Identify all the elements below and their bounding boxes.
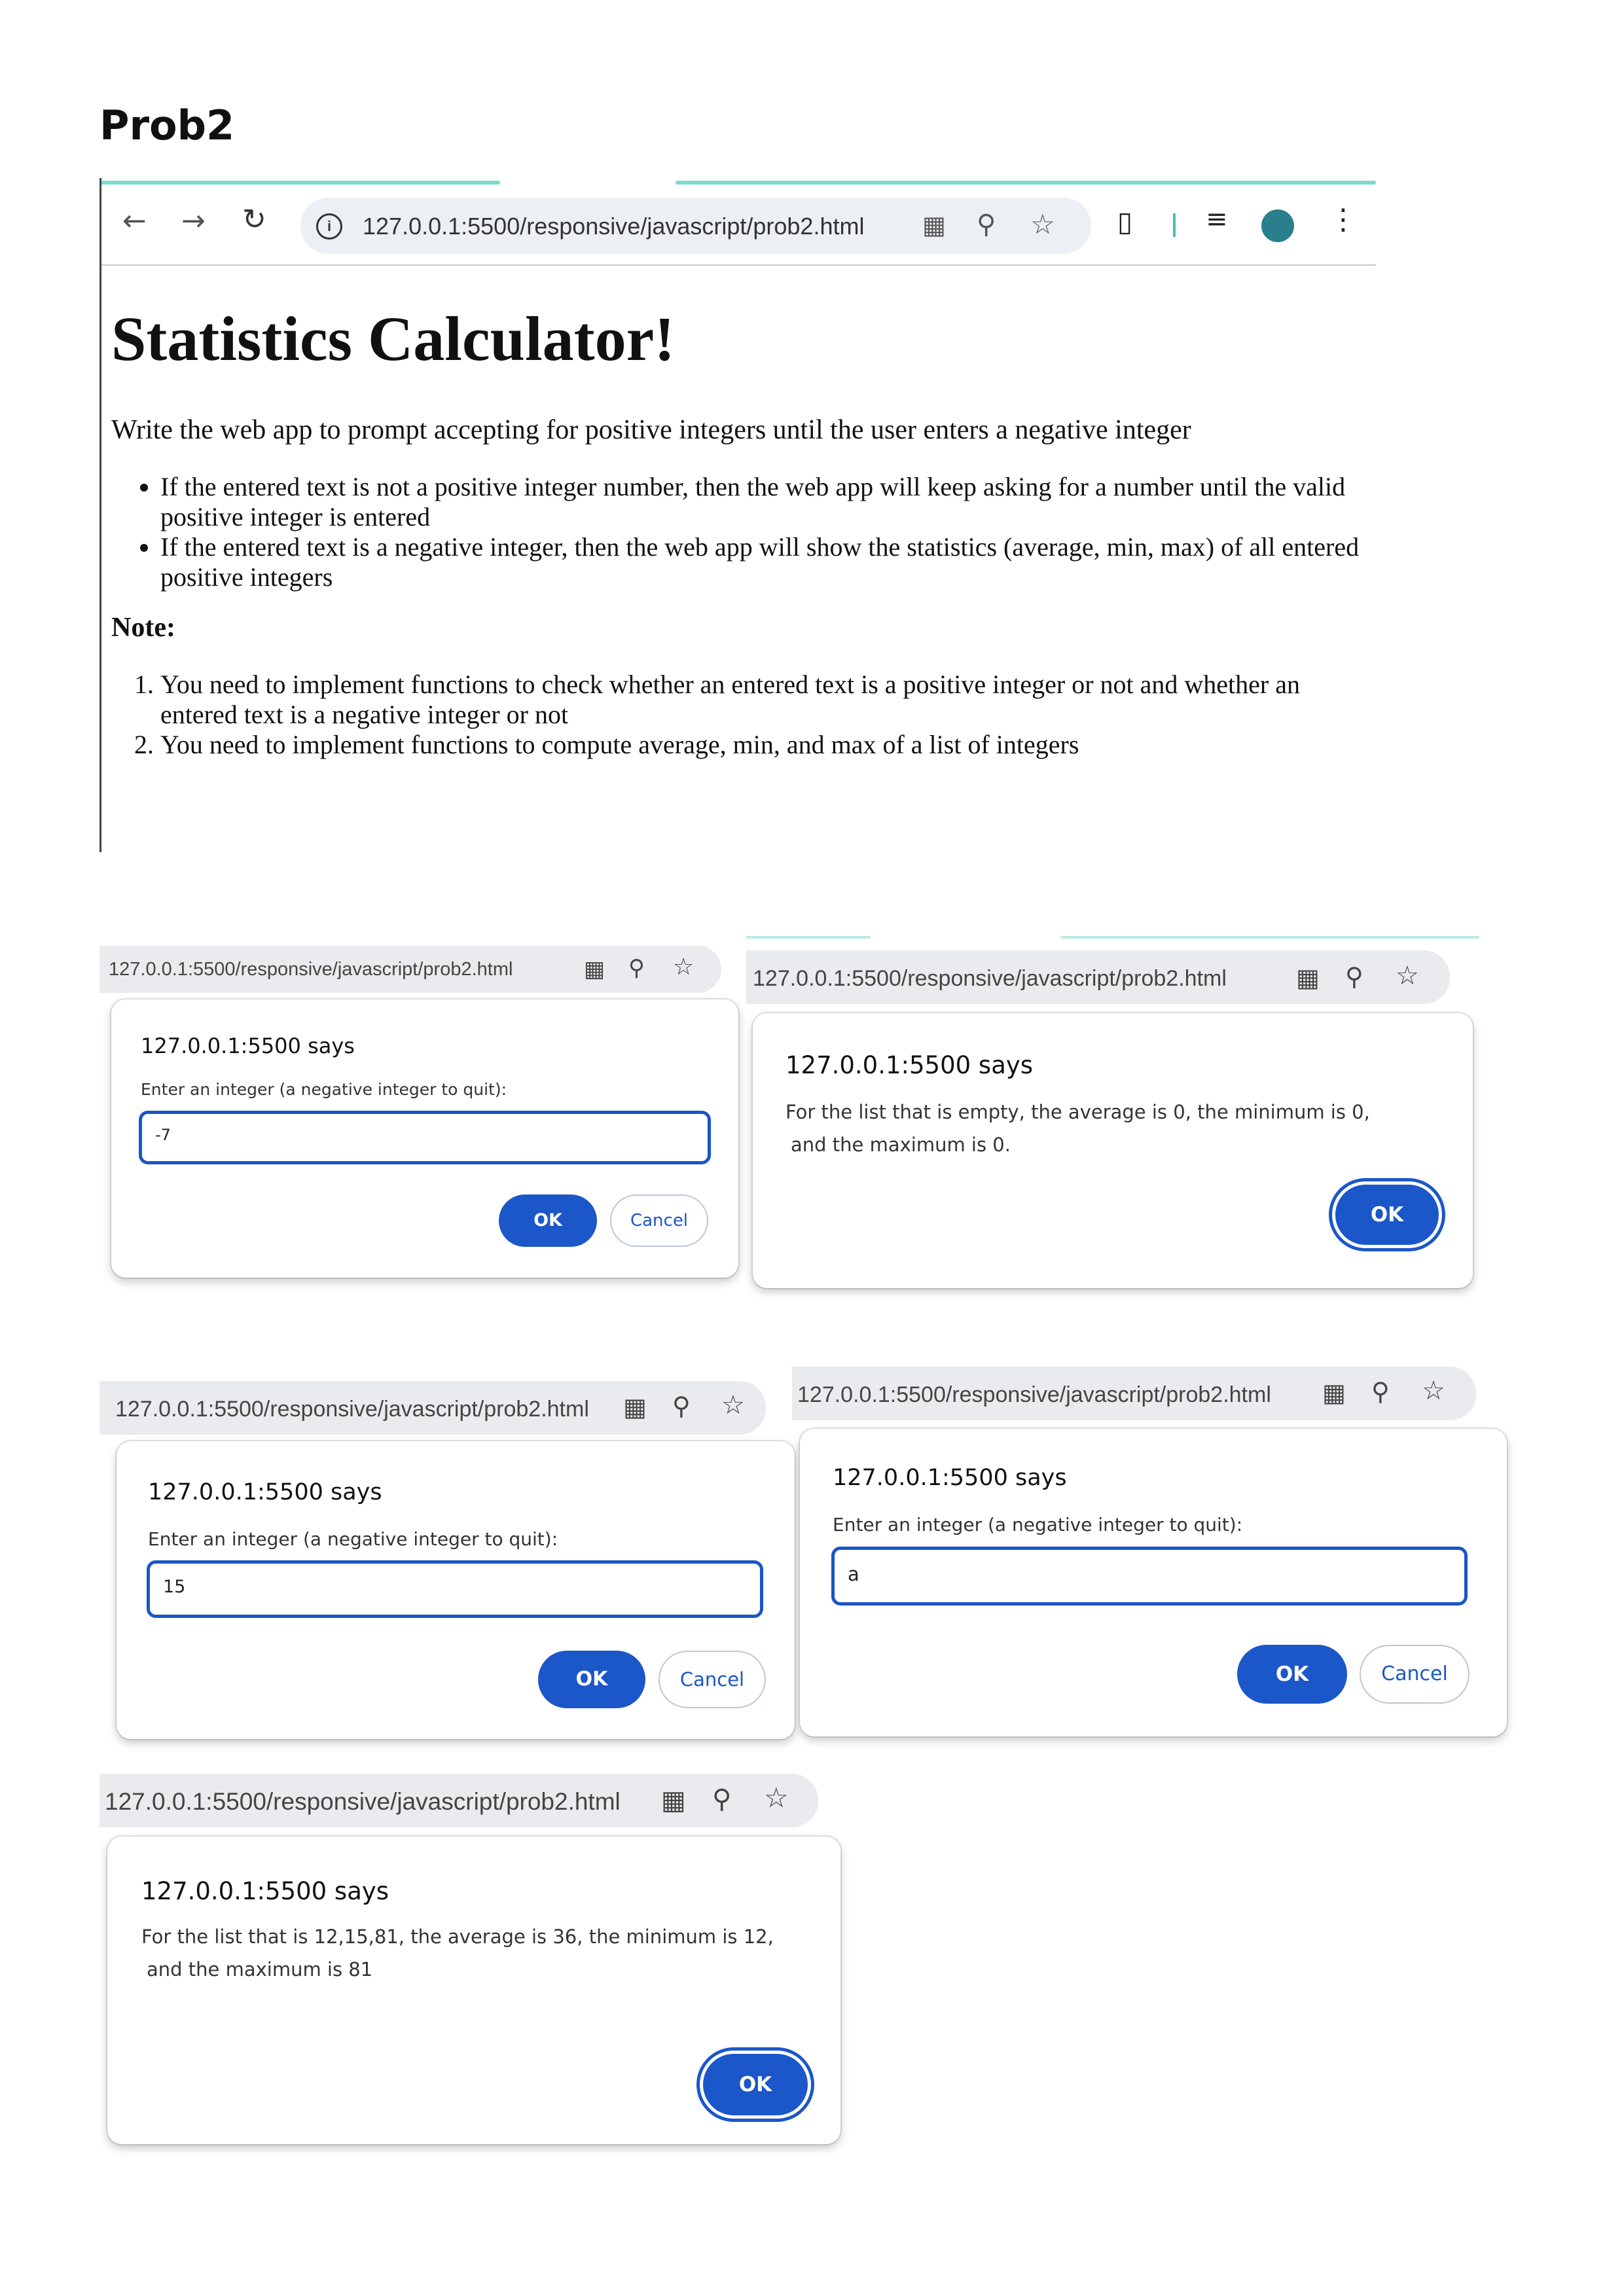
address-bar-url[interactable]: 127.0.0.1:5500/responsive/javascript/pro… bbox=[363, 213, 864, 240]
bookmark-star-icon[interactable]: ☆ bbox=[1030, 208, 1055, 240]
alert-dialog-screenshot: 127.0.0.1:5500/responsive/javascript/pro… bbox=[99, 1774, 852, 2153]
bookmark-star-icon[interactable]: ☆ bbox=[673, 954, 694, 980]
prompt-dialog: 127.0.0.1:5500 says Enter an integer (a … bbox=[800, 1429, 1507, 1736]
prompt-dialog: 127.0.0.1:5500 says Enter an integer (a … bbox=[117, 1441, 795, 1739]
address-bar-url[interactable]: 127.0.0.1:5500/responsive/javascript/pro… bbox=[797, 1382, 1271, 1408]
zoom-icon[interactable]: ⚲ bbox=[1345, 962, 1363, 991]
notes-list: You need to implement functions to check… bbox=[111, 670, 1368, 760]
page-content: Statistics Calculator! Write the web app… bbox=[111, 302, 1368, 760]
bookmark-star-icon[interactable]: ☆ bbox=[764, 1782, 789, 1814]
zoom-icon[interactable]: ⚲ bbox=[1371, 1377, 1390, 1406]
prompt-input-value: 15 bbox=[163, 1577, 186, 1597]
dialog-message-line1: For the list that is empty, the average … bbox=[785, 1101, 1370, 1123]
zoom-icon[interactable]: ⚲ bbox=[628, 955, 645, 981]
forward-arrow-icon[interactable]: → bbox=[181, 204, 206, 238]
list-item: You need to implement functions to check… bbox=[160, 670, 1368, 730]
translate-icon[interactable]: ▦ bbox=[661, 1785, 686, 1816]
bookmark-star-icon[interactable]: ☆ bbox=[721, 1390, 745, 1420]
alert-dialog: 127.0.0.1:5500 says For the list that is… bbox=[753, 1013, 1473, 1288]
list-item: If the entered text is not a positive in… bbox=[160, 472, 1368, 532]
window-left-border bbox=[99, 178, 101, 852]
prompt-input[interactable]: -7 bbox=[139, 1111, 711, 1164]
page-heading: Statistics Calculator! bbox=[111, 304, 676, 374]
ok-button[interactable]: OK bbox=[538, 1651, 645, 1708]
page-intro: Write the web app to prompt accepting fo… bbox=[111, 415, 1191, 445]
browser-window: ← → ↻ i 127.0.0.1:5500/responsive/javasc… bbox=[99, 178, 1376, 852]
reload-icon[interactable]: ↻ bbox=[242, 203, 266, 236]
cancel-button[interactable]: Cancel bbox=[610, 1194, 708, 1247]
prompt-dialog-screenshot: 127.0.0.1:5500/responsive/javascript/pro… bbox=[99, 946, 742, 1286]
address-bar-url[interactable]: 127.0.0.1:5500/responsive/javascript/pro… bbox=[105, 1788, 621, 1816]
prompt-input-value: a bbox=[848, 1563, 859, 1585]
prompt-dialog: 127.0.0.1:5500 says Enter an integer (a … bbox=[111, 999, 738, 1278]
back-arrow-icon[interactable]: ← bbox=[122, 204, 147, 238]
bookmark-star-icon[interactable]: ☆ bbox=[1396, 961, 1419, 991]
ok-button[interactable]: OK bbox=[1335, 1185, 1439, 1245]
toolbar-divider bbox=[1173, 213, 1176, 237]
dialog-origin: 127.0.0.1:5500 says bbox=[141, 1877, 389, 1905]
extensions-icon[interactable]: ▯ bbox=[1117, 206, 1132, 238]
zoom-icon[interactable]: ⚲ bbox=[712, 1784, 731, 1814]
more-menu-icon[interactable]: ⋮ bbox=[1329, 203, 1358, 236]
prompt-input[interactable]: a bbox=[831, 1547, 1468, 1605]
note-label: Note: bbox=[111, 613, 175, 643]
alert-dialog: 127.0.0.1:5500 says For the list that is… bbox=[107, 1837, 840, 2144]
dialog-prompt: Enter an integer (a negative integer to … bbox=[141, 1080, 507, 1099]
address-bar-url[interactable]: 127.0.0.1:5500/responsive/javascript/pro… bbox=[109, 959, 513, 980]
dialog-origin: 127.0.0.1:5500 says bbox=[785, 1051, 1034, 1079]
zoom-icon[interactable]: ⚲ bbox=[672, 1391, 691, 1420]
prompt-dialog-screenshot: 127.0.0.1:5500/responsive/javascript/pro… bbox=[99, 1381, 799, 1748]
dialog-message-line2: and the maximum is 0. bbox=[791, 1134, 1011, 1156]
address-bar[interactable]: 127.0.0.1:5500/responsive/javascript/pro… bbox=[746, 950, 1450, 1004]
document-title: Prob2 bbox=[99, 101, 235, 149]
site-info-icon[interactable]: i bbox=[316, 213, 342, 240]
dialog-message-line1: For the list that is 12,15,81, the avera… bbox=[141, 1926, 774, 1948]
translate-icon[interactable]: ▦ bbox=[922, 211, 946, 240]
tab-highlight-right bbox=[1060, 936, 1479, 939]
address-bar[interactable]: i 127.0.0.1:5500/responsive/javascript/p… bbox=[300, 198, 1091, 254]
address-bar[interactable]: 127.0.0.1:5500/responsive/javascript/pro… bbox=[99, 946, 721, 993]
zoom-icon[interactable]: ⚲ bbox=[977, 209, 996, 240]
ok-button[interactable]: OK bbox=[1237, 1645, 1347, 1704]
bookmark-star-icon[interactable]: ☆ bbox=[1422, 1376, 1445, 1406]
translate-icon[interactable]: ▦ bbox=[623, 1393, 647, 1422]
tab-highlight-left bbox=[99, 181, 500, 185]
requirements-list: If the entered text is not a positive in… bbox=[111, 472, 1368, 592]
translate-icon[interactable]: ▦ bbox=[1296, 963, 1320, 992]
translate-icon[interactable]: ▦ bbox=[584, 956, 605, 982]
tab-highlight-right bbox=[676, 181, 1376, 185]
ok-button[interactable]: OK bbox=[703, 2054, 808, 2115]
prompt-input-value: -7 bbox=[155, 1126, 171, 1144]
address-bar[interactable]: 127.0.0.1:5500/responsive/javascript/pro… bbox=[792, 1367, 1476, 1420]
ok-button[interactable]: OK bbox=[499, 1194, 597, 1247]
dialog-origin: 127.0.0.1:5500 says bbox=[141, 1033, 355, 1058]
list-item: If the entered text is a negative intege… bbox=[160, 532, 1368, 592]
profile-avatar[interactable] bbox=[1261, 209, 1294, 242]
dialog-message-line2: and the maximum is 81 bbox=[147, 1958, 373, 1981]
media-control-icon[interactable]: ≡ bbox=[1206, 204, 1228, 234]
dialog-prompt: Enter an integer (a negative integer to … bbox=[833, 1514, 1243, 1535]
prompt-input[interactable]: 15 bbox=[147, 1560, 763, 1618]
cancel-button[interactable]: Cancel bbox=[1360, 1645, 1470, 1704]
translate-icon[interactable]: ▦ bbox=[1322, 1378, 1346, 1407]
cancel-button[interactable]: Cancel bbox=[659, 1651, 766, 1708]
address-bar[interactable]: 127.0.0.1:5500/responsive/javascript/pro… bbox=[99, 1774, 818, 1827]
browser-toolbar: ← → ↻ i 127.0.0.1:5500/responsive/javasc… bbox=[99, 186, 1376, 266]
prompt-dialog-screenshot: 127.0.0.1:5500/responsive/javascript/pro… bbox=[792, 1367, 1512, 1746]
address-bar-url[interactable]: 127.0.0.1:5500/responsive/javascript/pro… bbox=[115, 1397, 589, 1422]
address-bar[interactable]: 127.0.0.1:5500/responsive/javascript/pro… bbox=[99, 1381, 766, 1435]
dialog-prompt: Enter an integer (a negative integer to … bbox=[148, 1528, 558, 1550]
alert-dialog-screenshot: 127.0.0.1:5500/responsive/javascript/pro… bbox=[746, 936, 1479, 1293]
dialog-origin: 127.0.0.1:5500 says bbox=[148, 1479, 382, 1505]
list-item: You need to implement functions to compu… bbox=[160, 730, 1368, 760]
address-bar-url[interactable]: 127.0.0.1:5500/responsive/javascript/pro… bbox=[753, 966, 1227, 992]
dialog-origin: 127.0.0.1:5500 says bbox=[833, 1465, 1067, 1491]
tab-highlight-left bbox=[746, 936, 871, 939]
